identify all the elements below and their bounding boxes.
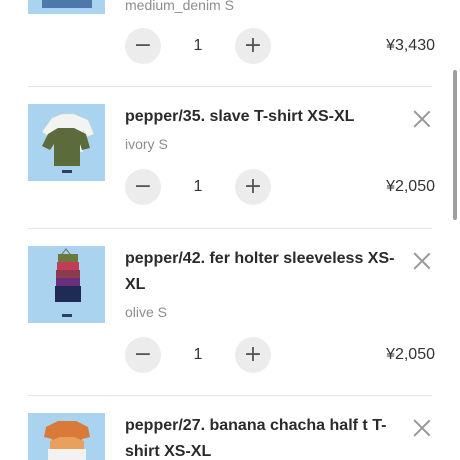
scrollbar[interactable] [453,70,457,220]
product-thumbnail[interactable] [28,246,105,323]
cart-list: medium_denim S − 1 + ¥3,430 pepper/35. s… [0,0,460,460]
decrease-quantity-button[interactable]: − [125,28,161,64]
quantity-stepper: − 1 + ¥2,050 [125,169,435,205]
item-divider [28,228,432,229]
decrease-quantity-button[interactable]: − [125,337,161,373]
item-price: ¥2,050 [386,178,435,195]
product-thumbnail[interactable] [28,0,105,14]
item-variant: medium_denim S [125,0,234,13]
cart-item: medium_denim S − 1 + ¥3,430 [0,0,460,90]
cart-item: pepper/27. banana chacha half t T-shirt … [0,413,460,460]
item-price: ¥2,050 [386,346,435,363]
quantity-value: 1 [193,178,203,195]
quantity-value: 1 [193,346,203,363]
close-icon[interactable] [412,250,432,270]
item-title[interactable]: pepper/42. fer holter sleeveless XS-XL [125,246,410,298]
product-thumbnail[interactable] [28,104,105,181]
quantity-stepper: − 1 + ¥3,430 [125,28,435,64]
item-variant: ivory S [125,136,168,152]
item-variant: olive S [125,304,168,320]
quantity-value: 1 [193,37,203,54]
increase-quantity-button[interactable]: + [235,28,271,64]
increase-quantity-button[interactable]: + [235,169,271,205]
quantity-stepper: − 1 + ¥2,050 [125,337,435,373]
cart-item: pepper/35. slave T-shirt XS-XL ivory S −… [0,104,460,224]
product-thumbnail[interactable] [28,413,105,460]
item-divider [28,395,432,396]
item-divider [28,86,432,87]
item-price: ¥3,430 [386,37,435,54]
cart-item: pepper/42. fer holter sleeveless XS-XL o… [0,246,460,396]
close-icon[interactable] [412,108,432,128]
item-title[interactable]: pepper/35. slave T-shirt XS-XL [125,104,410,130]
close-icon[interactable] [412,417,432,437]
increase-quantity-button[interactable]: + [235,337,271,373]
decrease-quantity-button[interactable]: − [125,169,161,205]
item-title[interactable]: pepper/27. banana chacha half t T-shirt … [125,413,410,460]
